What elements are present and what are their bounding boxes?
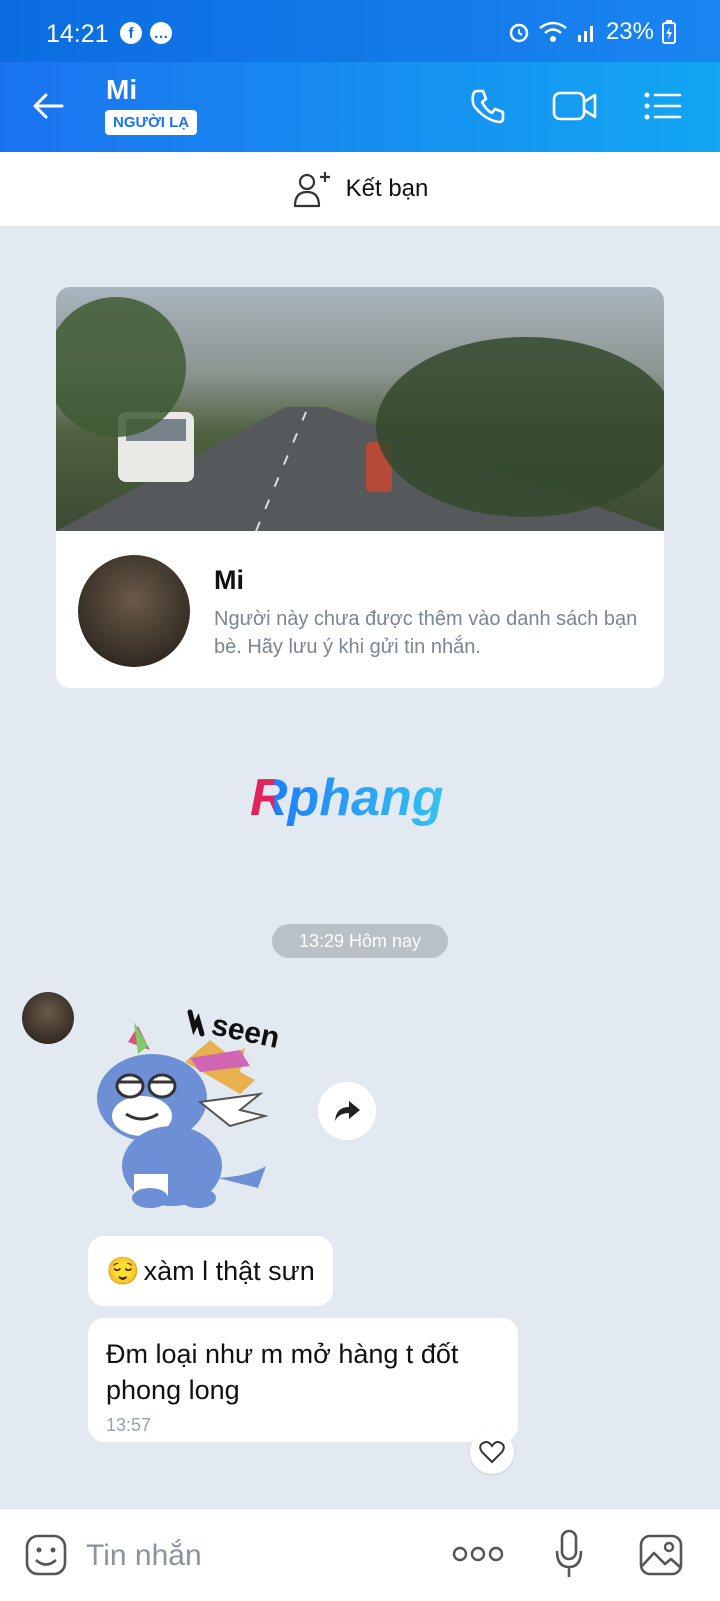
message-bubble[interactable]: Đm loại như m mở hàng t đốt phong long 1… bbox=[88, 1318, 518, 1442]
facebook-icon: f bbox=[120, 22, 142, 44]
sender-avatar[interactable] bbox=[22, 992, 74, 1044]
message-input[interactable]: Tin nhắn bbox=[86, 1539, 202, 1573]
stranger-badge: NGƯỜI LẠ bbox=[105, 110, 198, 135]
phone-icon[interactable] bbox=[468, 86, 508, 126]
alarm-icon bbox=[509, 23, 529, 43]
dragon-sticker[interactable]: seen bbox=[90, 998, 310, 1228]
profile-avatar[interactable] bbox=[78, 555, 190, 667]
message-time: 13:57 bbox=[106, 1415, 152, 1435]
cover-photo bbox=[56, 287, 664, 532]
messenger-icon: … bbox=[150, 22, 172, 44]
profile-card[interactable]: Mi Người này chưa được thêm vào danh sác… bbox=[56, 287, 664, 688]
menu-list-icon[interactable] bbox=[642, 86, 682, 126]
sticker-emoji-icon[interactable] bbox=[24, 1533, 68, 1577]
image-gallery-icon[interactable] bbox=[638, 1533, 684, 1577]
message-bubble[interactable]: 😌 xàm l thật sưn bbox=[88, 1236, 333, 1306]
heart-icon bbox=[479, 1441, 505, 1464]
react-button[interactable] bbox=[470, 1430, 514, 1474]
add-friend-icon bbox=[293, 172, 330, 208]
signal-icon bbox=[577, 26, 593, 42]
add-friend-label: Kết bạn bbox=[345, 175, 429, 202]
message-composer: Tin nhắn bbox=[0, 1508, 720, 1601]
forward-icon bbox=[335, 1101, 360, 1121]
microphone-icon[interactable] bbox=[554, 1529, 584, 1579]
more-options-icon[interactable] bbox=[452, 1545, 504, 1563]
contact-name[interactable]: Mi bbox=[106, 74, 137, 106]
message-text: Đm loại như m mở hàng t đốt phong long bbox=[106, 1339, 459, 1405]
battery-percent: 23% bbox=[605, 18, 654, 45]
status-bar: 14:21 f … 23% bbox=[0, 0, 720, 62]
message-emoji: 😌 bbox=[106, 1256, 140, 1286]
stranger-notice: Người này chưa được thêm vào danh sách b… bbox=[214, 608, 638, 658]
watermark-logo: Rphang bbox=[250, 769, 444, 827]
forward-button[interactable] bbox=[318, 1082, 376, 1140]
date-divider: 13:29 Hôm nay bbox=[272, 924, 448, 958]
add-friend-button[interactable]: Kết bạn bbox=[0, 152, 720, 227]
status-time: 14:21 bbox=[46, 20, 109, 48]
video-call-icon[interactable] bbox=[552, 86, 598, 126]
battery-charging-icon bbox=[662, 20, 676, 44]
back-arrow-icon[interactable] bbox=[30, 88, 66, 124]
profile-name: Mi bbox=[214, 565, 244, 595]
chat-header: Mi NGƯỜI LẠ bbox=[0, 62, 720, 152]
message-text: xàm l thật sưn bbox=[143, 1255, 315, 1286]
wifi-icon bbox=[539, 21, 567, 42]
